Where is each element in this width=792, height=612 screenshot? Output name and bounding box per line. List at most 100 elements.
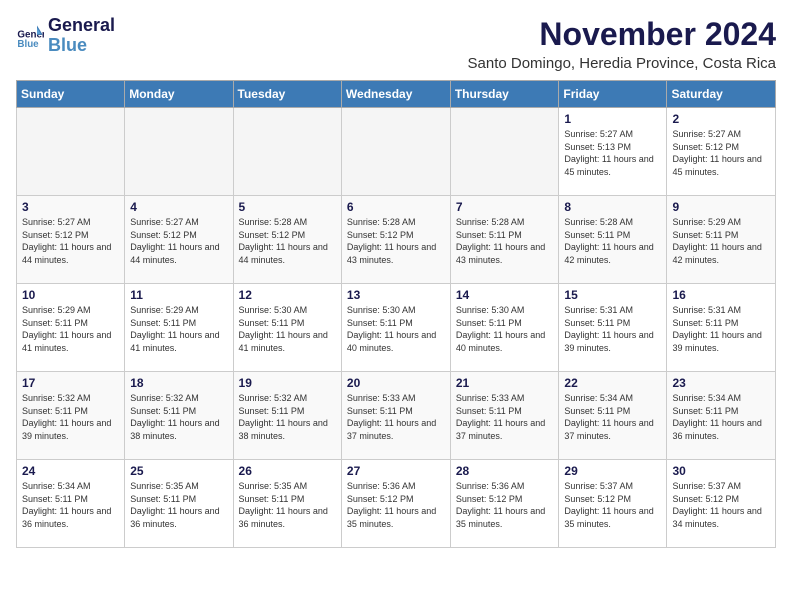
calendar-cell <box>341 108 450 196</box>
day-number: 28 <box>456 464 554 478</box>
day-info: Sunrise: 5:30 AM Sunset: 5:11 PM Dayligh… <box>347 304 445 354</box>
day-number: 7 <box>456 200 554 214</box>
calendar-header-tuesday: Tuesday <box>233 81 341 108</box>
day-number: 20 <box>347 376 445 390</box>
calendar-cell: 7 Sunrise: 5:28 AM Sunset: 5:11 PM Daylig… <box>450 196 559 284</box>
calendar-cell: 9 Sunrise: 5:29 AM Sunset: 5:11 PM Daylig… <box>667 196 776 284</box>
day-number: 21 <box>456 376 554 390</box>
day-number: 23 <box>672 376 770 390</box>
day-info: Sunrise: 5:27 AM Sunset: 5:12 PM Dayligh… <box>22 216 119 266</box>
day-number: 18 <box>130 376 227 390</box>
day-number: 13 <box>347 288 445 302</box>
subtitle: Santo Domingo, Heredia Province, Costa R… <box>115 55 776 72</box>
calendar-week-5: 24 Sunrise: 5:34 AM Sunset: 5:11 PM Dayli… <box>17 460 776 548</box>
day-info: Sunrise: 5:28 AM Sunset: 5:11 PM Dayligh… <box>456 216 554 266</box>
calendar-header-thursday: Thursday <box>450 81 559 108</box>
day-number: 27 <box>347 464 445 478</box>
day-info: Sunrise: 5:28 AM Sunset: 5:11 PM Dayligh… <box>564 216 661 266</box>
calendar-cell <box>450 108 559 196</box>
day-info: Sunrise: 5:36 AM Sunset: 5:12 PM Dayligh… <box>347 480 445 530</box>
logo-text-line1: General <box>48 16 115 36</box>
calendar-cell: 19 Sunrise: 5:32 AM Sunset: 5:11 PM Dayli… <box>233 372 341 460</box>
title-section: November 2024 Santo Domingo, Heredia Pro… <box>115 16 776 72</box>
day-number: 11 <box>130 288 227 302</box>
calendar-cell: 29Sunrise: 5:37 AM Sunset: 5:12 PM Dayli… <box>559 460 667 548</box>
calendar-header-monday: Monday <box>125 81 233 108</box>
logo: General Blue General Blue <box>16 16 115 56</box>
day-number: 10 <box>22 288 119 302</box>
calendar-body: 1 Sunrise: 5:27 AM Sunset: 5:13 PM Daylig… <box>17 108 776 548</box>
day-info: Sunrise: 5:32 AM Sunset: 5:11 PM Dayligh… <box>239 392 336 442</box>
calendar-header-saturday: Saturday <box>667 81 776 108</box>
day-number: 9 <box>672 200 770 214</box>
calendar-cell: 6Sunrise: 5:28 AM Sunset: 5:12 PM Daylig… <box>341 196 450 284</box>
day-info: Sunrise: 5:34 AM Sunset: 5:11 PM Dayligh… <box>564 392 661 442</box>
calendar-header-wednesday: Wednesday <box>341 81 450 108</box>
calendar-cell: 23 Sunrise: 5:34 AM Sunset: 5:11 PM Dayli… <box>667 372 776 460</box>
calendar-cell: 27 Sunrise: 5:36 AM Sunset: 5:12 PM Dayli… <box>341 460 450 548</box>
day-info: Sunrise: 5:28 AM Sunset: 5:12 PM Dayligh… <box>239 216 336 266</box>
day-info: Sunrise: 5:37 AM Sunset: 5:12 PM Dayligh… <box>672 480 770 530</box>
day-info: Sunrise: 5:29 AM Sunset: 5:11 PM Dayligh… <box>22 304 119 354</box>
calendar-cell: 14 Sunrise: 5:30 AM Sunset: 5:11 PM Dayli… <box>450 284 559 372</box>
calendar-cell: 1 Sunrise: 5:27 AM Sunset: 5:13 PM Daylig… <box>559 108 667 196</box>
day-number: 12 <box>239 288 336 302</box>
day-info: Sunrise: 5:34 AM Sunset: 5:11 PM Dayligh… <box>672 392 770 442</box>
calendar-cell: 3Sunrise: 5:27 AM Sunset: 5:12 PM Daylig… <box>17 196 125 284</box>
day-info: Sunrise: 5:32 AM Sunset: 5:11 PM Dayligh… <box>130 392 227 442</box>
calendar-cell: 11 Sunrise: 5:29 AM Sunset: 5:11 PM Dayli… <box>125 284 233 372</box>
calendar-week-3: 10 Sunrise: 5:29 AM Sunset: 5:11 PM Dayli… <box>17 284 776 372</box>
calendar-cell: 15 Sunrise: 5:31 AM Sunset: 5:11 PM Dayli… <box>559 284 667 372</box>
day-number: 22 <box>564 376 661 390</box>
logo-text-line2: Blue <box>48 36 115 56</box>
logo-icon: General Blue <box>16 22 44 50</box>
day-info: Sunrise: 5:35 AM Sunset: 5:11 PM Dayligh… <box>239 480 336 530</box>
calendar-header-sunday: Sunday <box>17 81 125 108</box>
day-info: Sunrise: 5:27 AM Sunset: 5:12 PM Dayligh… <box>672 128 770 178</box>
day-info: Sunrise: 5:27 AM Sunset: 5:12 PM Dayligh… <box>130 216 227 266</box>
day-info: Sunrise: 5:28 AM Sunset: 5:12 PM Dayligh… <box>347 216 445 266</box>
day-number: 1 <box>564 112 661 126</box>
day-info: Sunrise: 5:29 AM Sunset: 5:11 PM Dayligh… <box>672 216 770 266</box>
day-info: Sunrise: 5:29 AM Sunset: 5:11 PM Dayligh… <box>130 304 227 354</box>
calendar-cell: 16 Sunrise: 5:31 AM Sunset: 5:11 PM Dayli… <box>667 284 776 372</box>
calendar-cell: 2Sunrise: 5:27 AM Sunset: 5:12 PM Daylig… <box>667 108 776 196</box>
calendar-cell: 24 Sunrise: 5:34 AM Sunset: 5:11 PM Dayli… <box>17 460 125 548</box>
day-number: 26 <box>239 464 336 478</box>
calendar-cell: 20Sunrise: 5:33 AM Sunset: 5:11 PM Dayli… <box>341 372 450 460</box>
calendar-cell: 26 Sunrise: 5:35 AM Sunset: 5:11 PM Dayli… <box>233 460 341 548</box>
main-title: November 2024 <box>115 16 776 53</box>
day-number: 25 <box>130 464 227 478</box>
day-number: 8 <box>564 200 661 214</box>
day-number: 30 <box>672 464 770 478</box>
calendar-header-friday: Friday <box>559 81 667 108</box>
page-header: General Blue General Blue November 2024 … <box>16 16 776 72</box>
calendar-cell: 4Sunrise: 5:27 AM Sunset: 5:12 PM Daylig… <box>125 196 233 284</box>
day-number: 15 <box>564 288 661 302</box>
svg-text:Blue: Blue <box>17 39 39 50</box>
day-info: Sunrise: 5:27 AM Sunset: 5:13 PM Dayligh… <box>564 128 661 178</box>
calendar-cell: 25 Sunrise: 5:35 AM Sunset: 5:11 PM Dayli… <box>125 460 233 548</box>
day-number: 17 <box>22 376 119 390</box>
day-info: Sunrise: 5:34 AM Sunset: 5:11 PM Dayligh… <box>22 480 119 530</box>
calendar-cell: 18 Sunrise: 5:32 AM Sunset: 5:11 PM Dayli… <box>125 372 233 460</box>
day-info: Sunrise: 5:31 AM Sunset: 5:11 PM Dayligh… <box>672 304 770 354</box>
day-info: Sunrise: 5:35 AM Sunset: 5:11 PM Dayligh… <box>130 480 227 530</box>
day-info: Sunrise: 5:37 AM Sunset: 5:12 PM Dayligh… <box>564 480 661 530</box>
day-info: Sunrise: 5:30 AM Sunset: 5:11 PM Dayligh… <box>456 304 554 354</box>
day-number: 24 <box>22 464 119 478</box>
calendar-cell: 12 Sunrise: 5:30 AM Sunset: 5:11 PM Dayli… <box>233 284 341 372</box>
day-number: 14 <box>456 288 554 302</box>
day-info: Sunrise: 5:30 AM Sunset: 5:11 PM Dayligh… <box>239 304 336 354</box>
calendar-cell: 8 Sunrise: 5:28 AM Sunset: 5:11 PM Daylig… <box>559 196 667 284</box>
calendar-cell: 10 Sunrise: 5:29 AM Sunset: 5:11 PM Dayli… <box>17 284 125 372</box>
calendar-cell: 13 Sunrise: 5:30 AM Sunset: 5:11 PM Dayli… <box>341 284 450 372</box>
day-number: 19 <box>239 376 336 390</box>
day-info: Sunrise: 5:36 AM Sunset: 5:12 PM Dayligh… <box>456 480 554 530</box>
calendar-week-1: 1 Sunrise: 5:27 AM Sunset: 5:13 PM Daylig… <box>17 108 776 196</box>
day-info: Sunrise: 5:32 AM Sunset: 5:11 PM Dayligh… <box>22 392 119 442</box>
day-info: Sunrise: 5:33 AM Sunset: 5:11 PM Dayligh… <box>456 392 554 442</box>
day-number: 16 <box>672 288 770 302</box>
calendar-cell <box>125 108 233 196</box>
day-info: Sunrise: 5:31 AM Sunset: 5:11 PM Dayligh… <box>564 304 661 354</box>
